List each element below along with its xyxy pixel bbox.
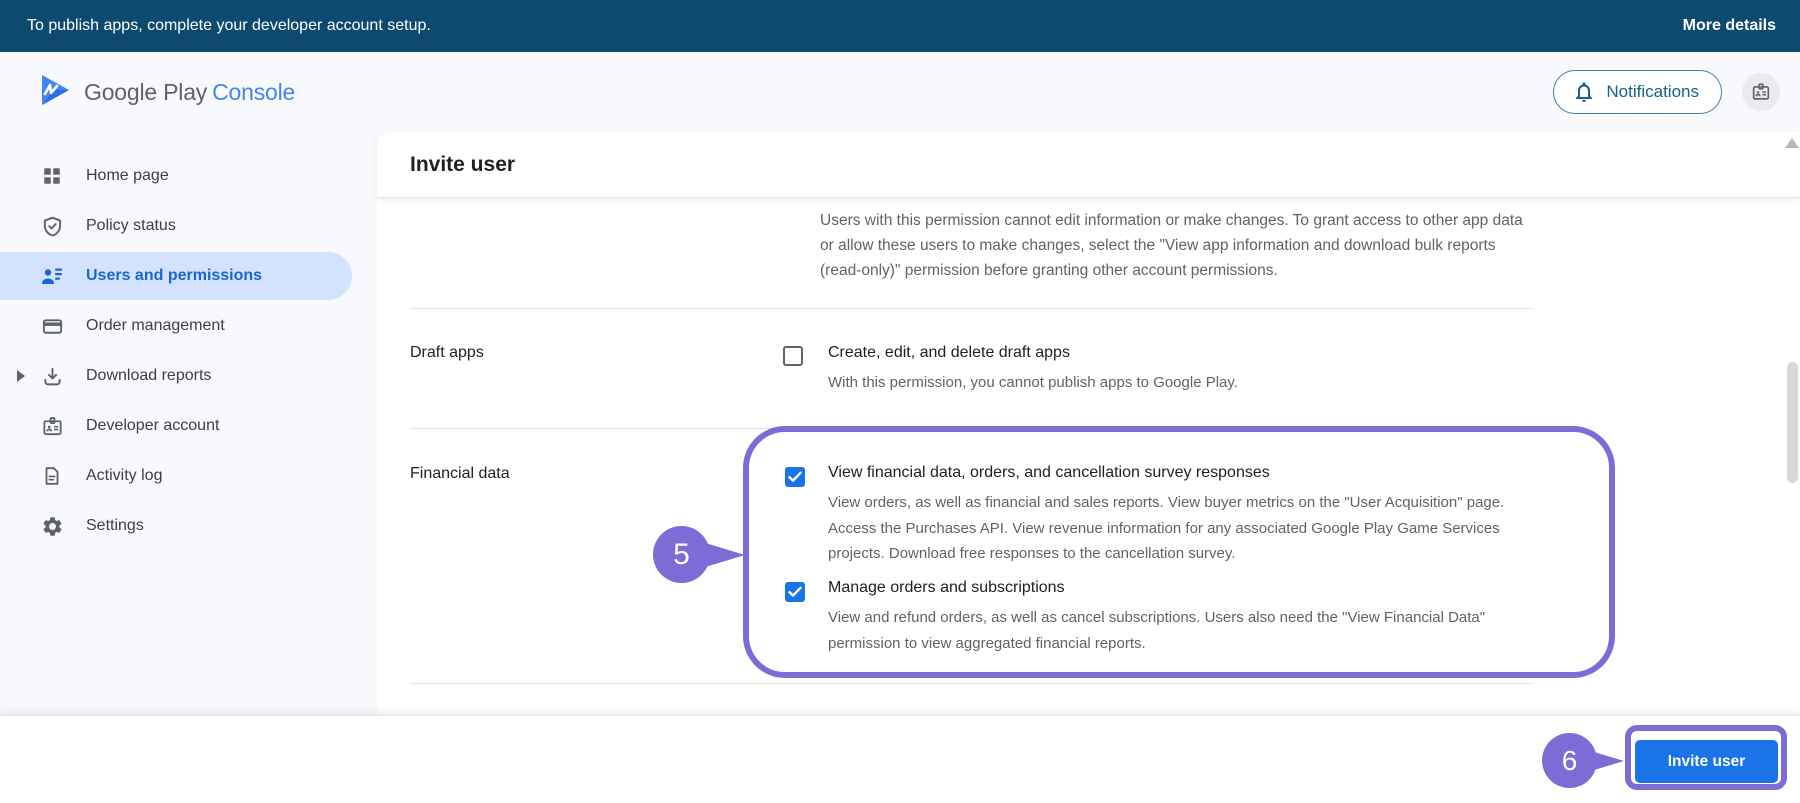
sidebar-item-label: Policy status bbox=[86, 217, 176, 234]
developer-account-button[interactable] bbox=[1742, 73, 1780, 111]
footer-bar bbox=[0, 715, 1800, 803]
logo-brand: Google Play bbox=[84, 78, 208, 105]
option-title[interactable]: View financial data, orders, and cancell… bbox=[828, 464, 1270, 482]
sidebar-item-users-and-permissions[interactable]: Users and permissions bbox=[0, 252, 352, 300]
setup-banner-message: To publish apps, complete your developer… bbox=[27, 17, 431, 34]
sidebar-item-home-page[interactable]: Home page bbox=[0, 152, 370, 200]
checkbox-manage-orders[interactable] bbox=[785, 582, 805, 602]
section-label-financial-data: Financial data bbox=[410, 465, 510, 482]
users-icon bbox=[40, 264, 64, 288]
invite-user-panel: Invite user Users with this permission c… bbox=[377, 132, 1800, 715]
sidebar-item-label: Download reports bbox=[86, 367, 212, 384]
panel-header: Invite user bbox=[377, 132, 1800, 198]
credit-card-icon bbox=[40, 314, 64, 338]
invite-user-button[interactable]: Invite user bbox=[1635, 740, 1778, 783]
sidebar-item-policy-status[interactable]: Policy status bbox=[0, 202, 370, 250]
section-label-draft-apps: Draft apps bbox=[410, 344, 484, 361]
sidebar-item-label: Order management bbox=[86, 317, 225, 334]
id-badge-icon bbox=[40, 414, 64, 438]
option-description: View and refund orders, as well as cance… bbox=[828, 609, 1486, 652]
expand-caret-icon[interactable] bbox=[17, 370, 25, 382]
bell-icon bbox=[1576, 82, 1593, 102]
check-icon bbox=[788, 471, 802, 482]
option-description: With this permission, you cannot publish… bbox=[828, 374, 1238, 391]
option-title[interactable]: Create, edit, and delete draft apps bbox=[828, 344, 1070, 362]
section-divider bbox=[410, 428, 1533, 429]
section-divider bbox=[410, 308, 1533, 309]
sidebar-item-label: Users and permissions bbox=[86, 267, 263, 284]
shield-check-icon bbox=[40, 214, 64, 238]
google-play-console-logo[interactable]: Google Play Console bbox=[38, 73, 295, 112]
checkbox-view-financial-data[interactable] bbox=[785, 467, 805, 487]
sidebar-item-label: Settings bbox=[86, 517, 144, 534]
notifications-label: Notifications bbox=[1606, 82, 1699, 101]
sidebar-item-label: Developer account bbox=[86, 417, 220, 434]
permission-intro-text: Users with this permission cannot edit i… bbox=[820, 212, 1523, 280]
option-description: View orders, as well as financial and sa… bbox=[828, 494, 1505, 562]
option-title[interactable]: Manage orders and subscriptions bbox=[828, 579, 1065, 597]
sidebar-item-settings[interactable]: Settings bbox=[0, 502, 370, 550]
gear-icon bbox=[40, 514, 64, 538]
page-title: Invite user bbox=[410, 152, 516, 176]
annotation-step-5-marker: 5 bbox=[653, 526, 747, 584]
document-icon bbox=[40, 464, 64, 488]
sidebar-item-download-reports[interactable]: Download reports bbox=[0, 352, 370, 400]
sidebar-item-order-management[interactable]: Order management bbox=[0, 302, 370, 350]
download-icon bbox=[40, 364, 64, 388]
notifications-button[interactable]: Notifications bbox=[1553, 70, 1722, 114]
logo-suffix: Console bbox=[212, 78, 296, 105]
checkbox-draft-apps[interactable] bbox=[783, 346, 803, 366]
section-divider bbox=[410, 683, 1533, 684]
header-actions: Notifications bbox=[1553, 70, 1780, 114]
scroll-up-arrow[interactable] bbox=[1785, 138, 1799, 148]
play-triangle-icon bbox=[38, 73, 72, 112]
marker-number: 5 bbox=[653, 526, 710, 583]
setup-banner: To publish apps, complete your developer… bbox=[0, 0, 1800, 52]
marker-pointer bbox=[679, 535, 745, 575]
sidebar-item-developer-account[interactable]: Developer account bbox=[0, 402, 370, 450]
vertical-scrollbar[interactable] bbox=[1787, 362, 1798, 483]
more-details-link[interactable]: More details bbox=[1683, 17, 1776, 35]
sidebar-item-label: Activity log bbox=[86, 467, 163, 484]
id-badge-icon bbox=[1752, 83, 1770, 100]
grid-icon bbox=[40, 164, 64, 188]
logo-wordmark: Google Play Console bbox=[84, 79, 295, 106]
sidebar-item-label: Home page bbox=[86, 167, 169, 184]
play-console-app: To publish apps, complete your developer… bbox=[0, 0, 1800, 803]
sidebar-item-activity-log[interactable]: Activity log bbox=[0, 452, 370, 500]
app-header: Google Play Console Notifications bbox=[0, 52, 1800, 132]
check-icon bbox=[788, 586, 802, 597]
sidebar-nav: Home page Policy status Users and permis… bbox=[0, 152, 370, 552]
